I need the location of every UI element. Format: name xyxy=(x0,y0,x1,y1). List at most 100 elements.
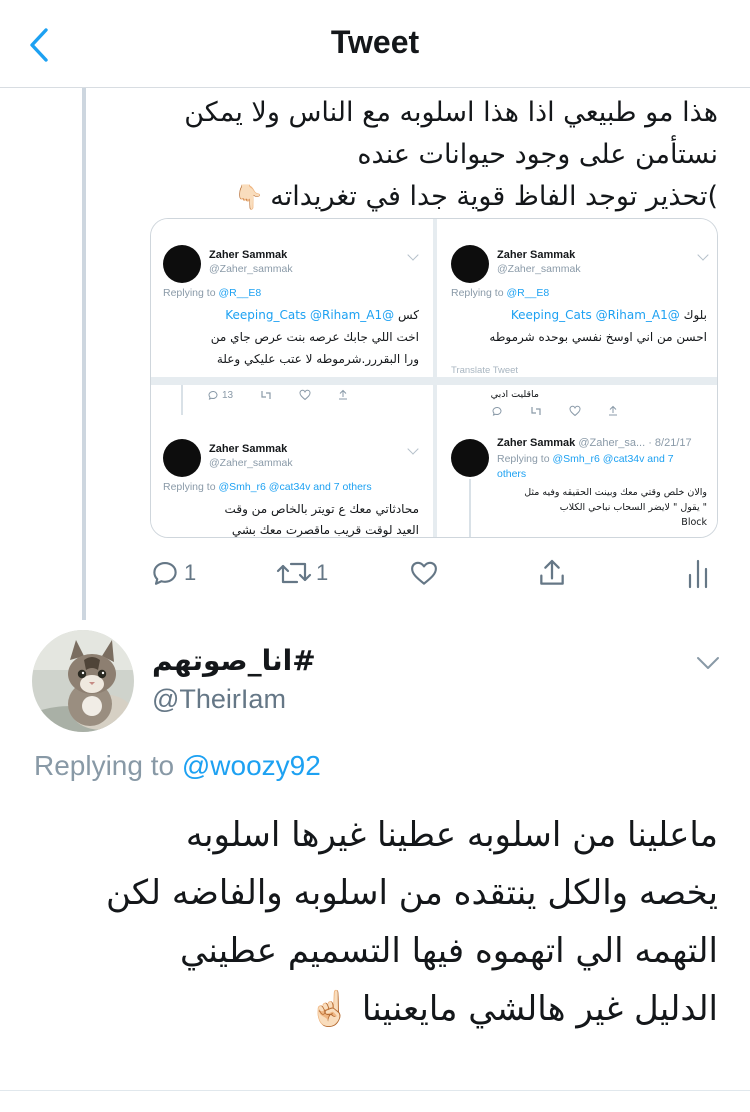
like-icon xyxy=(411,561,437,585)
like-button[interactable] xyxy=(408,548,440,598)
user-name-text: Zaher Sammak xyxy=(497,437,576,449)
reply-button[interactable]: 1 xyxy=(150,548,196,598)
avatar xyxy=(163,245,201,283)
media-divider xyxy=(151,377,717,385)
tweet-text-segment: )تحذير توجد الفاظ قوية جدا في تغريداته xyxy=(270,181,718,212)
replying-to: Replying to @R__E8 xyxy=(451,287,549,299)
tweet-text-line: العيد لوقت قريب ماقصرت معك بشي xyxy=(231,523,419,537)
tweet-text-line: اخت اللي جابك عرصه بنت عرص جاي من xyxy=(210,330,419,344)
mention-link: @R__E8 xyxy=(506,287,550,299)
mention-link: @Smh_r6 @cat34v and 7 others xyxy=(218,481,372,493)
tweet-media-image[interactable]: Zaher Sammak @Zaher_sammak Replying to @… xyxy=(150,218,718,538)
pointing-up-emoji: ☝🏻 xyxy=(308,989,352,1029)
replying-prefix: Replying to xyxy=(34,750,175,781)
user-handle: @Zaher_sammak xyxy=(209,457,293,469)
retweet-icon xyxy=(531,407,541,415)
user-handle: @Zaher_sammak xyxy=(209,263,293,275)
reply-count: 13 xyxy=(222,389,234,401)
divider xyxy=(0,1090,750,1091)
tweet-text-line: ماعلينا من اسلوبه عطينا غيرها اسلوبه xyxy=(185,815,718,855)
chevron-down-icon xyxy=(697,657,719,669)
tweet-text-segment: الدليل غير هالشي مايعنينا xyxy=(361,989,718,1029)
tweet-text-line: يخصه والكل ينتقده من اسلوبه والفاضه لكن xyxy=(106,873,718,913)
retweet-button[interactable]: 1 xyxy=(276,548,328,598)
tweet-text-line: الدليل غير هالشي مايعنينا ☝🏻 xyxy=(32,980,718,1038)
screenshot-panel-bottom-right: ماقليت ادبي Zaher Sammak @Zaher_sa... · … xyxy=(437,385,717,537)
screenshot-panel-top-left: Zaher Sammak @Zaher_sammak Replying to @… xyxy=(151,219,433,377)
replying-to: Replying to @woozy92 xyxy=(34,750,321,782)
reply-icon: 13 xyxy=(207,389,233,401)
tweet-text-line: التهمه الي اتهموه فيها التسميم عطيني xyxy=(180,931,718,971)
navigation-bar: Tweet xyxy=(0,0,750,88)
thread-line xyxy=(469,479,471,537)
tweet-text-line: والان خلص وقتي معك وبينت الحقيقه وفيه مث… xyxy=(524,487,707,498)
replying-to: Replying to @Smh_r6 @cat34v and 7 others xyxy=(163,481,372,493)
tweet-text-line: " يقول " لايضر السحاب نباحي الكلاب xyxy=(559,502,707,513)
kitten-avatar xyxy=(32,630,134,732)
user-name: Zaher Sammak xyxy=(209,443,288,455)
mini-action-bar xyxy=(491,405,619,417)
screenshot-panel-top-right: Zaher Sammak @Zaher_sammak Replying to @… xyxy=(437,219,717,377)
replying-prefix: Replying to xyxy=(497,453,550,465)
tweet-text-line: نستأمن على وجود حيوانات عنده xyxy=(357,139,718,170)
mention-link: @Keeping_Cats @Riham_A1 xyxy=(225,308,395,322)
mention-link: @Keeping_Cats @Riham_A1 xyxy=(510,308,680,322)
replying-to: Replying to @R__E8 xyxy=(163,287,261,299)
chevron-down-icon xyxy=(407,443,419,455)
page-title: Tweet xyxy=(330,24,420,60)
previous-tweet-text: هذا مو طبيعي اذا هذا اسلوبه مع الناس ولا… xyxy=(118,92,718,218)
like-icon xyxy=(299,389,311,401)
replying-to-continued: others xyxy=(497,468,526,480)
user-name: Zaher Sammak @Zaher_sa... · 8/21/17 xyxy=(497,437,692,449)
author-handle[interactable]: @TheirIam xyxy=(152,684,286,715)
tweet-text: ماعلينا من اسلوبه عطينا غيرها اسلوبه يخص… xyxy=(32,806,718,1038)
retweet-count: 1 xyxy=(316,560,329,585)
share-icon xyxy=(540,559,564,585)
tweet-text-line: ماقليت ادبي xyxy=(490,389,539,400)
user-name: Zaher Sammak xyxy=(209,249,288,261)
tweet-text: كس @Keeping_Cats @Riham_A1 xyxy=(225,305,419,326)
tweet-text-line: احسن من اني اوسخ نفسي بوحده شرموطه xyxy=(489,330,707,344)
avatar xyxy=(451,439,489,477)
reply-count: 1 xyxy=(184,560,197,585)
chevron-down-icon xyxy=(697,249,709,261)
mention-link[interactable]: @woozy92 xyxy=(182,750,321,781)
mention-link: @R__E8 xyxy=(218,287,262,299)
share-icon xyxy=(609,405,617,416)
replying-to: Replying to @Smh_r6 @cat34v and 7 xyxy=(497,453,674,465)
pointing-down-emoji: 👇🏻 xyxy=(234,183,265,211)
replying-prefix: Replying to xyxy=(163,481,216,493)
replying-prefix: Replying to xyxy=(451,287,504,299)
share-button[interactable] xyxy=(536,548,568,598)
tweet-text-line: Block xyxy=(681,517,707,528)
avatar xyxy=(451,245,489,283)
analytics-icon xyxy=(688,559,708,589)
translate-link: Translate Tweet xyxy=(451,365,519,376)
analytics-button[interactable] xyxy=(686,548,710,598)
tweet-text-line: محادثاتي معك ع تويتر بالخاص من وقت xyxy=(224,502,419,516)
screenshot-panel-bottom-left: 13 Zaher Sammak @Zaher_sammak Replying t… xyxy=(151,385,433,537)
tweet-text-line: )تحذير توجد الفاظ قوية جدا في تغريداته👇🏻 xyxy=(118,176,718,218)
author-name[interactable]: #انا_صوتهم xyxy=(152,644,316,677)
mini-action-bar: 13 xyxy=(207,389,349,401)
tweet-text-segment: كس xyxy=(397,308,419,322)
user-name: Zaher Sammak xyxy=(497,249,576,261)
share-icon xyxy=(339,389,348,400)
tweet-action-bar: 1 1 xyxy=(150,548,720,598)
thread-connector-line xyxy=(82,88,86,620)
chevron-down-icon xyxy=(407,249,419,261)
avatar xyxy=(163,439,201,477)
mention-link: others xyxy=(497,468,527,480)
thread-line xyxy=(181,385,183,415)
tweet-text: بلوك @Keeping_Cats @Riham_A1 xyxy=(511,305,707,326)
replying-prefix: Replying to xyxy=(163,287,216,299)
retweet-icon xyxy=(261,391,271,399)
tweet-text-line: ورا البقررر.شرموطه لا عتب عليكي وعلة xyxy=(216,352,419,366)
mention-link: @Smh_r6 @cat34v and 7 xyxy=(552,453,674,465)
tweet-options-button[interactable] xyxy=(690,648,726,678)
tweet-text-segment: بلوك xyxy=(683,308,707,322)
reply-icon xyxy=(492,407,502,416)
tweet-text-line: هذا مو طبيعي اذا هذا اسلوبه مع الناس ولا… xyxy=(184,97,718,128)
user-handle: @Zaher_sa... xyxy=(578,437,646,449)
avatar[interactable] xyxy=(32,630,134,732)
